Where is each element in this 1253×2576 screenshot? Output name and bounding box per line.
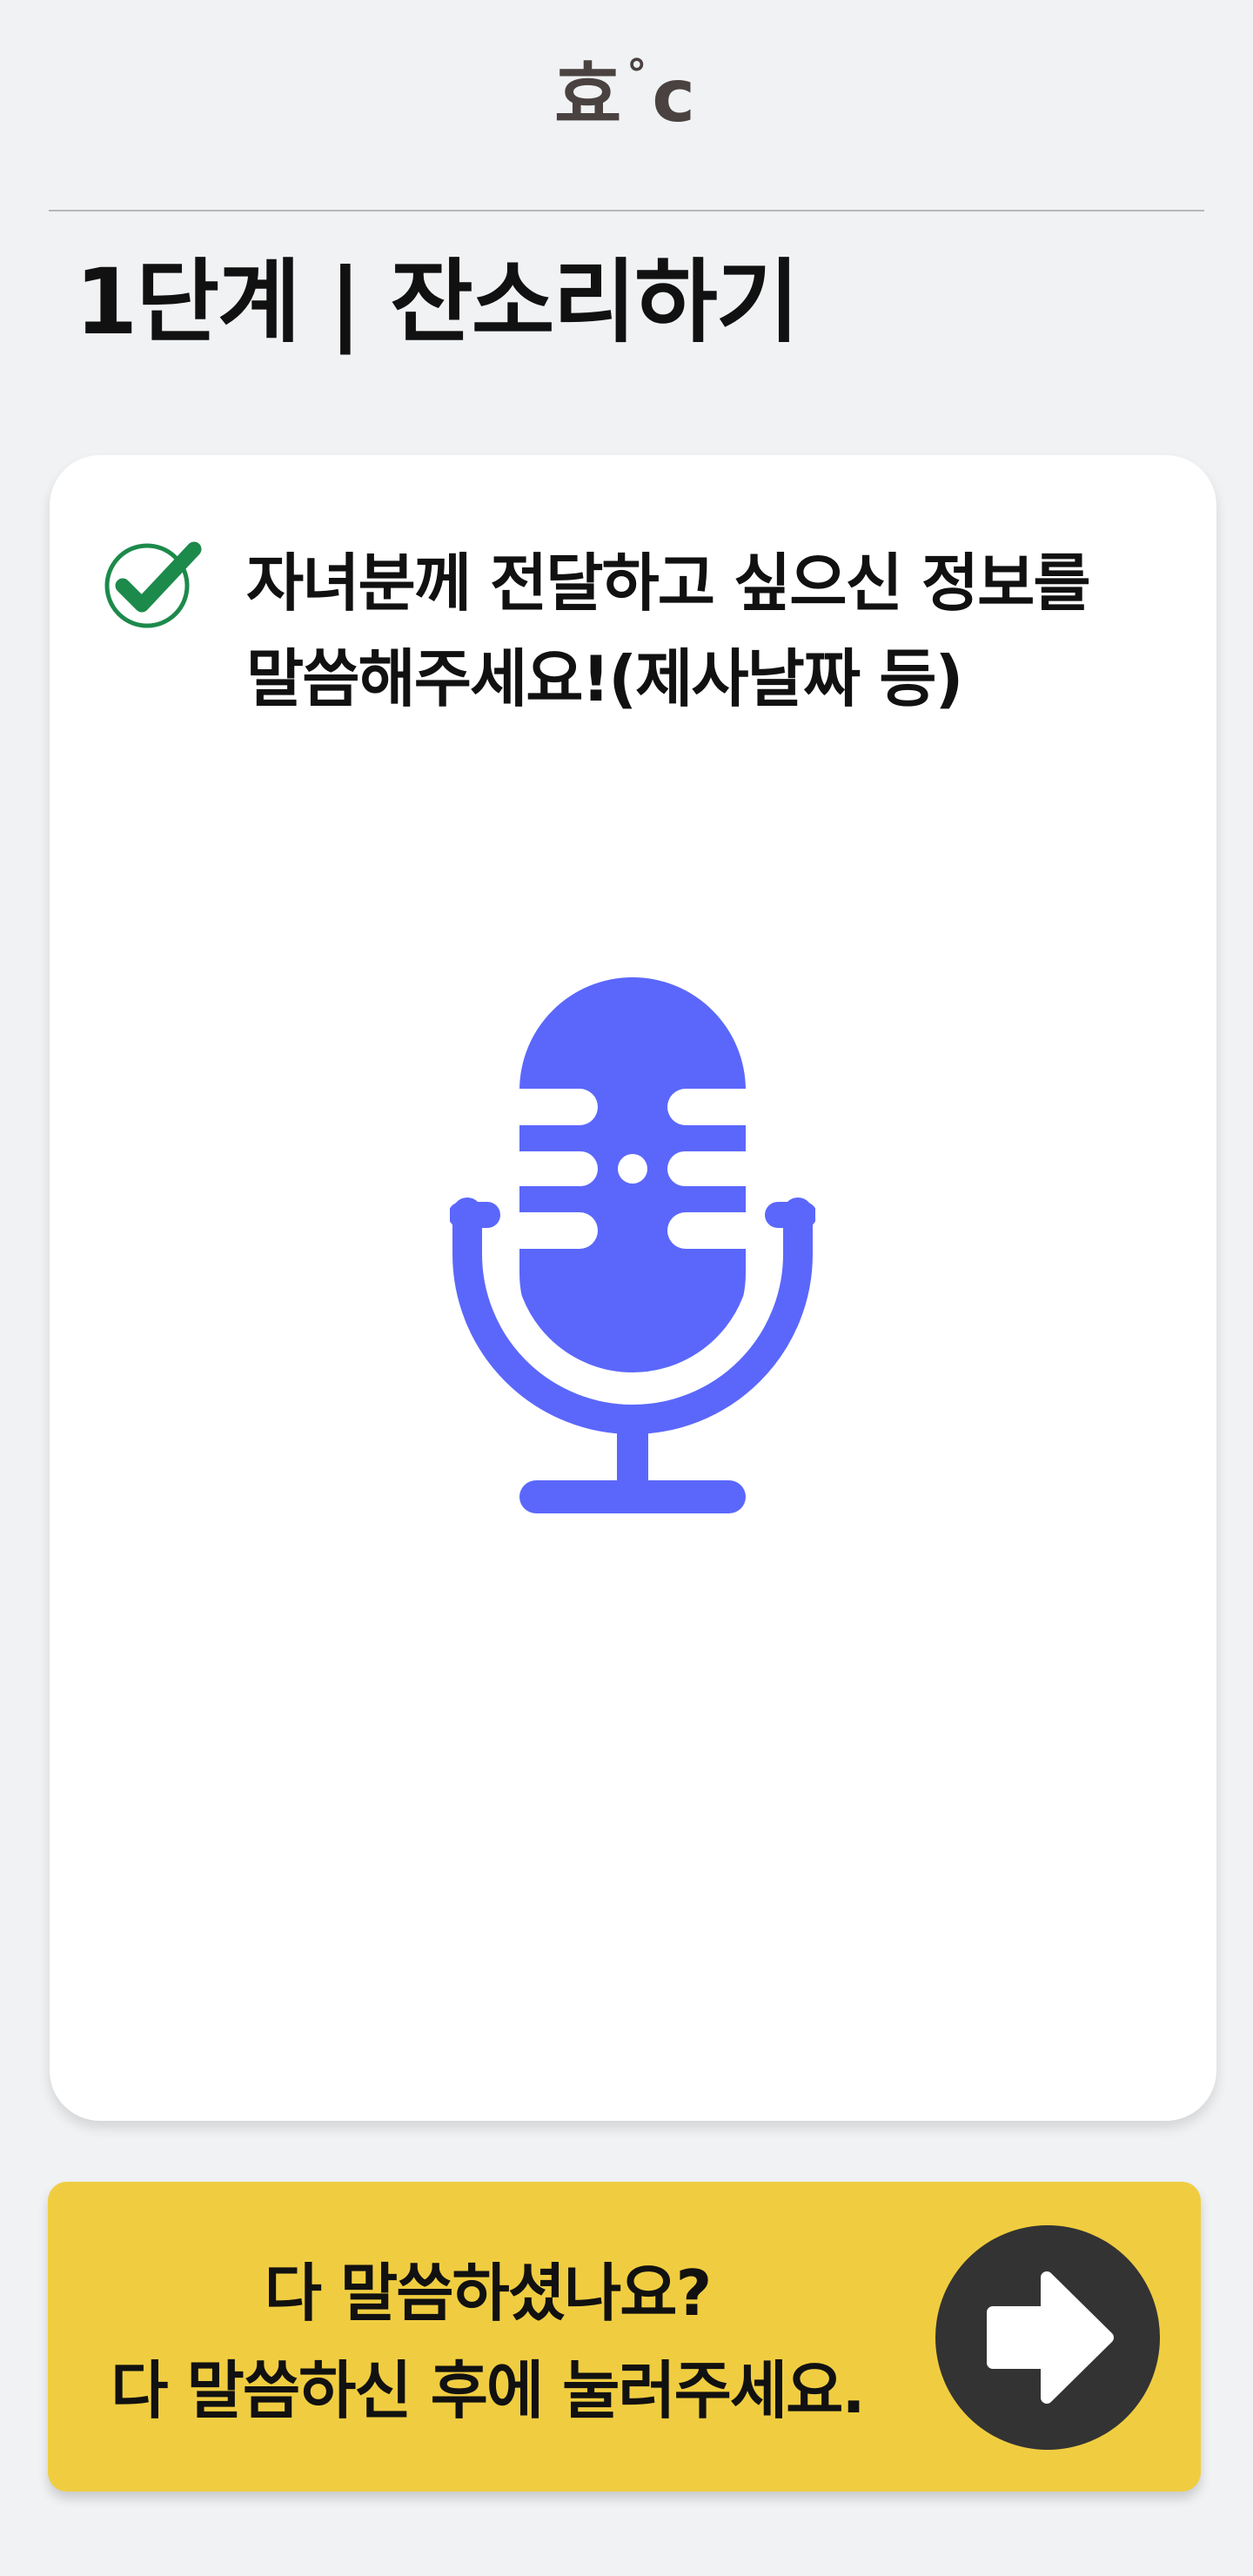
recording-card: 자녀분께 전달하고 싶으신 정보를 말씀해주세요!(제사날짜 등) — [50, 455, 1216, 2121]
next-button[interactable] — [935, 2225, 1160, 2450]
instruction-line-2: 말씀해주세요!(제사날짜 등) — [246, 642, 963, 715]
microphone-icon[interactable] — [450, 977, 815, 1534]
logo-main: 효 — [553, 53, 626, 138]
logo-degree: ° — [626, 50, 651, 97]
logo-c: c — [652, 53, 700, 138]
check-circle-icon — [104, 541, 202, 628]
next-panel: 다 말씀하셨나요? 다 말씀하신 후에 눌러주세요. — [48, 2182, 1201, 2492]
arrow-right-icon — [987, 2271, 1114, 2404]
instruction-text: 자녀분께 전달하고 싶으신 정보를 말씀해주세요!(제사날짜 등) — [246, 535, 1186, 727]
header-divider — [49, 210, 1204, 211]
next-prompt: 다 말씀하셨나요? 다 말씀하신 후에 눌러주세요. — [48, 2244, 927, 2439]
app-logo: 효°c — [0, 54, 1253, 132]
next-prompt-line-2: 다 말씀하신 후에 눌러주세요. — [111, 2354, 865, 2427]
instruction-line-1: 자녀분께 전달하고 싶으신 정보를 — [246, 547, 1091, 620]
page-title: 1단계 | 잔소리하기 — [75, 249, 800, 355]
next-prompt-line-1: 다 말씀하셨나요? — [264, 2257, 713, 2330]
